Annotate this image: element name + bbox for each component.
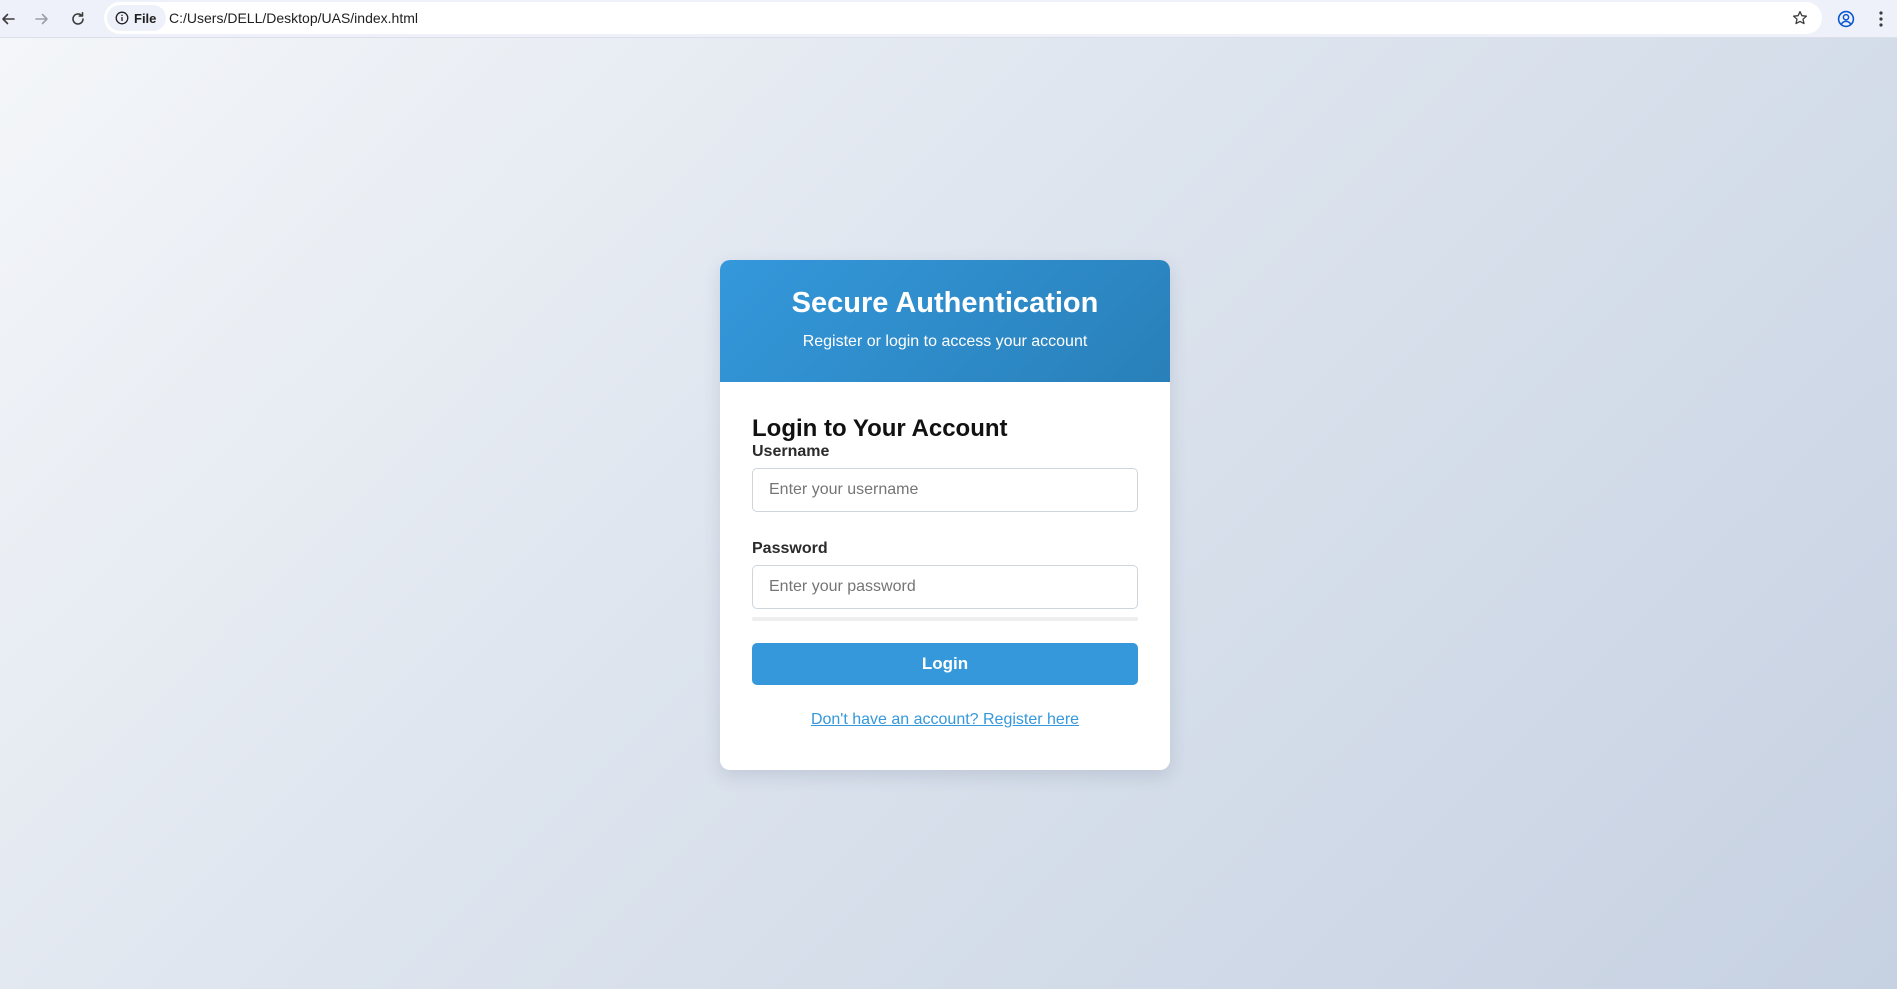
reload-button[interactable] bbox=[62, 3, 94, 35]
profile-button[interactable] bbox=[1830, 3, 1862, 35]
address-bar[interactable]: File C:/Users/DELL/Desktop/UAS/index.htm… bbox=[104, 2, 1822, 34]
star-icon bbox=[1792, 10, 1808, 25]
forward-arrow-icon bbox=[35, 13, 48, 25]
username-input[interactable] bbox=[752, 468, 1138, 512]
username-label: Username bbox=[752, 443, 830, 460]
password-label: Password bbox=[752, 540, 828, 557]
site-info-chip[interactable]: File bbox=[107, 5, 167, 31]
browser-menu-button[interactable] bbox=[1865, 3, 1897, 35]
forward-button[interactable] bbox=[26, 3, 58, 35]
login-button[interactable]: Login bbox=[752, 643, 1138, 685]
page-background: Secure Authentication Register or login … bbox=[0, 38, 1897, 989]
kebab-menu-icon bbox=[1879, 11, 1883, 27]
profile-icon bbox=[1837, 10, 1855, 28]
info-icon bbox=[115, 11, 129, 25]
url-text[interactable]: C:/Users/DELL/Desktop/UAS/index.html bbox=[169, 2, 418, 34]
reload-icon bbox=[72, 12, 84, 25]
back-arrow-icon bbox=[2, 13, 15, 25]
register-link[interactable]: Don't have an account? Register here bbox=[752, 711, 1138, 729]
page-subtitle: Register or login to access your account bbox=[802, 333, 1088, 350]
browser-toolbar: File C:/Users/DELL/Desktop/UAS/index.htm… bbox=[0, 0, 1897, 38]
password-input[interactable] bbox=[752, 565, 1138, 609]
page-title: Secure Authentication bbox=[791, 287, 1099, 319]
bookmark-button[interactable] bbox=[1786, 4, 1814, 32]
card-header: Secure Authentication Register or login … bbox=[720, 260, 1170, 382]
login-form: Login to Your Account Username Password … bbox=[720, 382, 1170, 729]
auth-card: Secure Authentication Register or login … bbox=[720, 260, 1170, 770]
password-strength-bar bbox=[752, 617, 1138, 621]
form-title: Login to Your Account bbox=[752, 415, 1008, 442]
site-chip-label: File bbox=[134, 10, 157, 26]
back-button[interactable] bbox=[0, 3, 24, 35]
